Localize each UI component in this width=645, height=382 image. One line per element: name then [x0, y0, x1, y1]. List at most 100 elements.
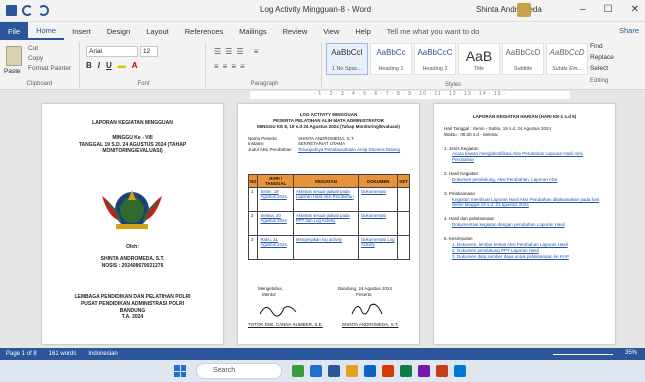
- page-3[interactable]: LAPORAN KEGIATAN HARIAN (HARI KE-1 s.d 6…: [434, 104, 615, 344]
- share-button[interactable]: Share: [619, 26, 639, 35]
- format-buttons: B I U ▬ A: [86, 61, 138, 70]
- language[interactable]: Indonesian: [88, 351, 117, 357]
- folder-icon[interactable]: [346, 365, 358, 377]
- find-button[interactable]: Find: [590, 43, 603, 50]
- week-label: MINGGU Ke - VIII: [112, 134, 153, 141]
- zoom-slider[interactable]: [553, 354, 613, 355]
- underline-button[interactable]: U: [106, 61, 112, 70]
- app-icon[interactable]: [292, 365, 304, 377]
- place-date: Bandung, 24 Agustus 2024: [338, 286, 393, 291]
- taskbar: Search: [0, 360, 645, 382]
- highlight-icon[interactable]: ▬: [118, 61, 126, 70]
- report-line: 3. Dokumen data sumber daya untuk pelaks…: [452, 253, 569, 259]
- windows-start-icon[interactable]: [174, 365, 186, 377]
- app-icon[interactable]: [382, 365, 394, 377]
- report-line: Waktu : 08.00 s.d - Selesai: [444, 131, 498, 137]
- style-title[interactable]: AaB Title: [458, 43, 500, 75]
- excel-icon[interactable]: [400, 365, 412, 377]
- style-heading-1[interactable]: AaBbCc Heading 1: [370, 43, 412, 75]
- font-group: Arial 12 B I U ▬ A Font: [82, 42, 206, 88]
- page-count[interactable]: Page 1 of 8: [6, 351, 37, 357]
- report-line: Dokumentasi kegiatan dengan perubahan La…: [452, 222, 565, 228]
- format-painter-button[interactable]: Format Painter: [28, 65, 71, 72]
- mentor-title: Mentor: [262, 292, 277, 297]
- style-no-spacing[interactable]: AaBbCcI 1 No Spac...: [326, 43, 368, 75]
- acknowledged-label: Mengetahui,: [258, 286, 283, 291]
- avatar[interactable]: [517, 3, 531, 17]
- tab-home[interactable]: Home: [28, 23, 65, 40]
- table-header: HARI / TANGGAL: [257, 174, 294, 188]
- app-icon[interactable]: [418, 365, 430, 377]
- app-icon[interactable]: [310, 365, 322, 377]
- table-row: 1 Senin, 19 Agustus 2024 Aktivitas sesua…: [247, 187, 410, 212]
- close-icon[interactable]: ✕: [631, 4, 639, 15]
- editing-label: Editing: [590, 78, 609, 84]
- tab-layout[interactable]: Layout: [138, 24, 177, 39]
- author-nosis: NOSIS : 202408670021276: [101, 263, 164, 269]
- tab-mailings[interactable]: Mailings: [231, 24, 275, 39]
- cut-button[interactable]: Cut: [28, 45, 38, 52]
- clipboard-group: Paste Cut Copy Format Painter Clipboard: [0, 42, 80, 88]
- title-bar: Log Activity Mingguan-8 - Word Shinta An…: [0, 0, 645, 22]
- vertical-ruler[interactable]: [0, 100, 8, 348]
- tab-help[interactable]: Help: [347, 24, 378, 39]
- taskbar-search[interactable]: Search: [196, 363, 282, 379]
- ruler-scale: · 1 · 2 · 3 · 4 · 5 · 6 · 7 · 8 · 9 · 10…: [250, 91, 570, 99]
- save-icon[interactable]: [6, 5, 17, 16]
- replace-button[interactable]: Replace: [590, 54, 614, 61]
- tab-view[interactable]: View: [315, 24, 347, 39]
- font-name-field[interactable]: Arial: [86, 46, 138, 57]
- author-name: SHINTA ANDROMEDA, S.T.: [100, 256, 165, 262]
- styles-gallery: AaBbCcI 1 No Spac... AaBbCc Heading 1 AaBb…: [326, 43, 588, 75]
- log-week: MINGGU KE 8, 19 s.d 24 Agustus 2024 (Tah…: [257, 123, 400, 129]
- bold-button[interactable]: B: [86, 61, 92, 70]
- paste-icon[interactable]: [6, 46, 22, 66]
- italic-button[interactable]: I: [98, 61, 100, 70]
- participant-name: SHINTA ANDROMEDA, S.T.: [342, 322, 399, 327]
- style-subtitle[interactable]: AaBbCcD Subtitle: [502, 43, 544, 75]
- tab-design[interactable]: Design: [99, 24, 138, 39]
- word-count[interactable]: 161 words: [49, 351, 77, 357]
- quick-access-toolbar: [0, 5, 49, 16]
- table-header: KEGIATAN: [292, 174, 360, 188]
- select-button[interactable]: Select: [590, 65, 608, 72]
- edge-icon[interactable]: [364, 365, 376, 377]
- paste-button[interactable]: Paste: [4, 68, 21, 75]
- activity-table: NO HARI / TANGGAL KEGIATAN DOKUMEN KET 1…: [247, 174, 410, 260]
- redo-icon[interactable]: [38, 5, 49, 16]
- tell-me-search[interactable]: Tell me what you want to do: [387, 27, 480, 36]
- tab-review[interactable]: Review: [275, 24, 316, 39]
- maximize-icon[interactable]: ☐: [604, 4, 613, 15]
- tab-insert[interactable]: Insert: [64, 24, 99, 39]
- zoom-level[interactable]: 35%: [625, 350, 637, 356]
- daily-report-title: LAPORAN KEGIATAN HARIAN (HARI KE-1 s.d 6…: [472, 114, 577, 119]
- powerpoint-icon[interactable]: [436, 365, 448, 377]
- horizontal-ruler[interactable]: · 1 · 2 · 3 · 4 · 5 · 6 · 7 · 8 · 9 · 10…: [0, 90, 645, 100]
- tab-file[interactable]: File: [0, 22, 29, 40]
- style-subtle-emphasis[interactable]: AaBbCcD Subtle Em...: [546, 43, 588, 75]
- ribbon-tabs: File Home Insert Design Layout Reference…: [0, 22, 645, 40]
- font-label: Font: [137, 81, 150, 87]
- page-2[interactable]: LOG ACTIVITY MINGGUAN PESERTA PELATIHAN …: [238, 104, 419, 344]
- page-1[interactable]: LAPORAN KEGIATAN MINGGUAN MINGGU Ke - VI…: [42, 104, 223, 344]
- date-range: TANGGAL 19 S.D. 24 AGUSTUS 2024 (TAHAP: [78, 141, 187, 148]
- undo-icon[interactable]: [22, 5, 33, 16]
- institution-line-2: PUSAT PENDIDIKAN ADMINISTRASI POLRI: [80, 300, 185, 307]
- status-bar: Page 1 of 8 161 words Indonesian 35%: [0, 348, 645, 360]
- tab-references[interactable]: References: [177, 24, 231, 39]
- document-area[interactable]: LAPORAN KEGIATAN MINGGUAN MINGGU Ke - VI…: [0, 100, 645, 348]
- user-name[interactable]: Shinta Andromeda: [476, 5, 542, 14]
- minimize-icon[interactable]: –: [580, 4, 586, 15]
- app-icon[interactable]: [454, 365, 466, 377]
- word-icon[interactable]: [328, 365, 340, 377]
- participant-signature: [351, 303, 383, 315]
- font-color-icon[interactable]: A: [132, 61, 138, 70]
- align-icons[interactable]: ≡≡≡≡: [214, 62, 249, 71]
- font-size-field[interactable]: 12: [140, 46, 158, 57]
- by-label: Oleh:: [126, 244, 139, 250]
- copy-button[interactable]: Copy: [28, 55, 43, 62]
- table-row: 2 Selasa, 20 Agustus 2024 Aktivitas sesu…: [247, 211, 410, 236]
- institution-line-1: LEMBAGA PENDIDIKAN DAN PELATIHAN POLRI: [74, 294, 191, 300]
- style-heading-2[interactable]: AaBbCcC Heading 2: [414, 43, 456, 75]
- list-icons[interactable]: ☰☰☰ ≡: [214, 47, 262, 56]
